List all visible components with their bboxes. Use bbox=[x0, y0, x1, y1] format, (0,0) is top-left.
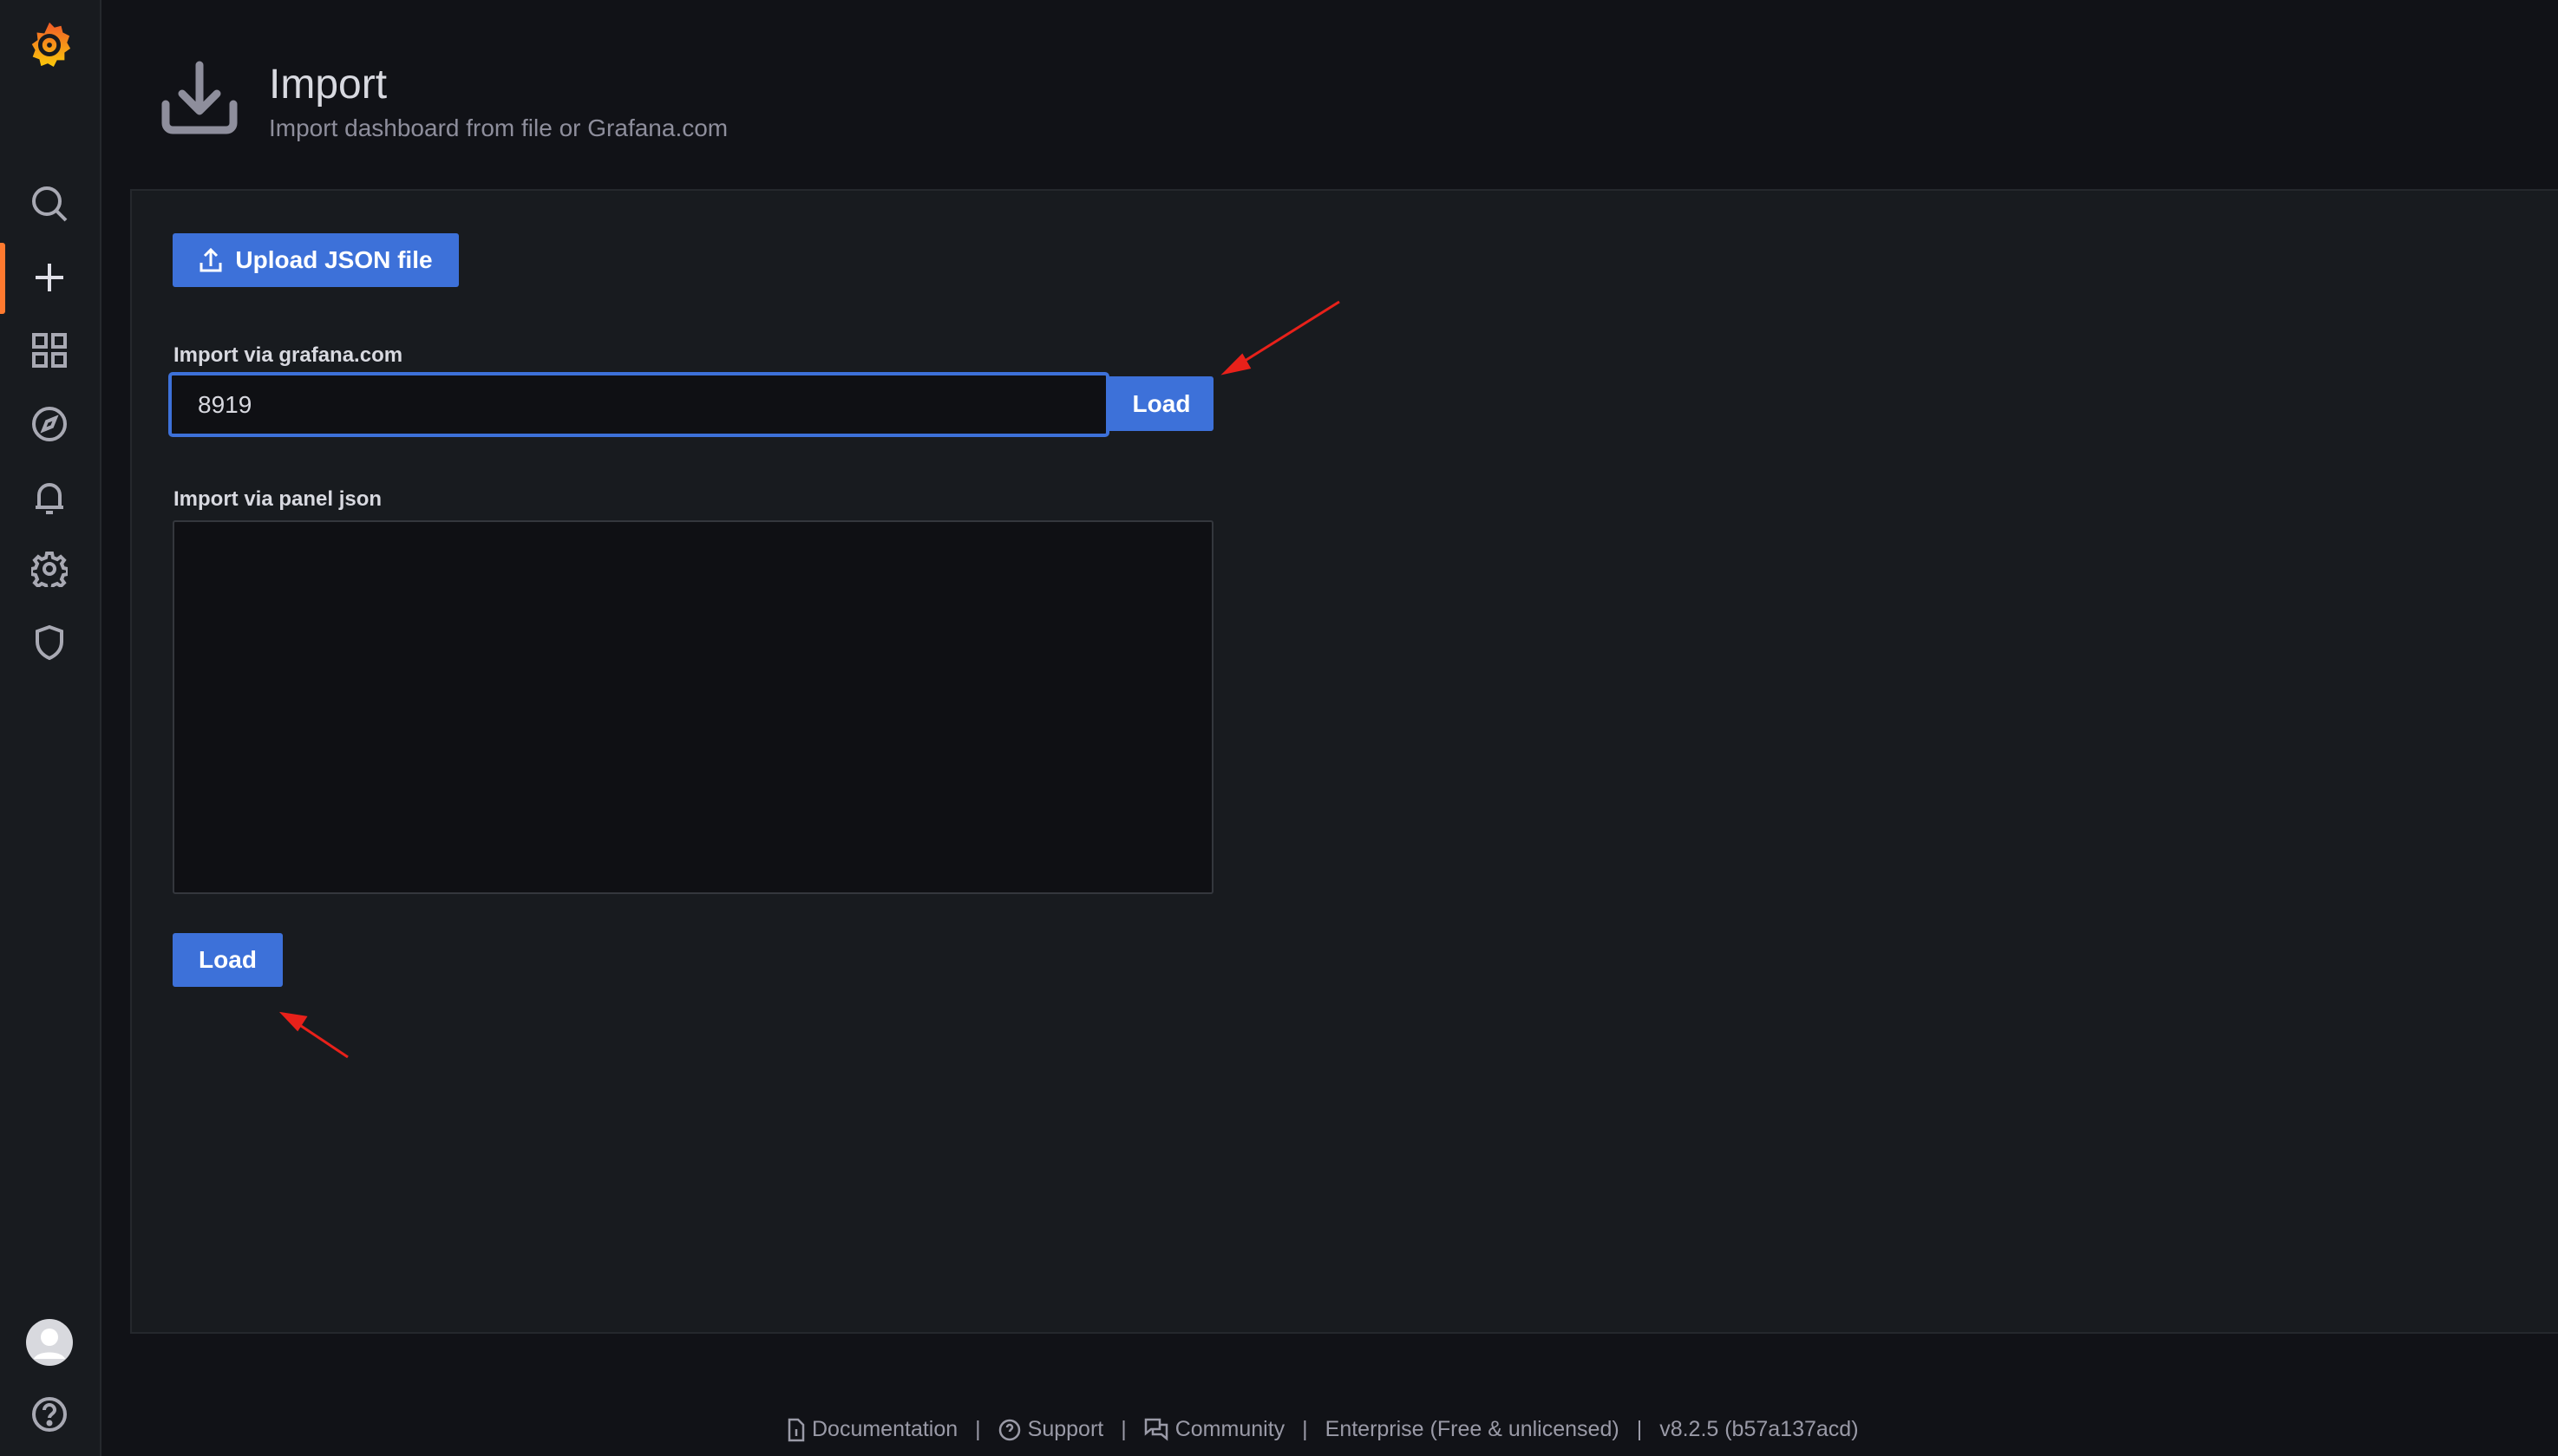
footer: Documentation | Support | Community | En… bbox=[788, 1417, 1859, 1442]
footer-label: Community bbox=[1174, 1417, 1286, 1441]
footer-support-link[interactable]: Support bbox=[998, 1417, 1104, 1442]
comments-icon bbox=[1144, 1418, 1168, 1441]
divider: | bbox=[1121, 1417, 1127, 1441]
document-icon bbox=[788, 1418, 805, 1441]
footer-edition: Enterprise (Free & unlicensed) bbox=[1325, 1417, 1619, 1441]
annotation-arrows bbox=[278, 300, 1340, 1059]
footer-label: Support bbox=[1027, 1417, 1104, 1441]
annotation-arrow bbox=[1220, 300, 1340, 375]
footer-label: Documentation bbox=[812, 1417, 958, 1441]
annotation-arrow bbox=[278, 1011, 349, 1059]
divider: | bbox=[1302, 1417, 1308, 1441]
divider: | bbox=[975, 1417, 981, 1441]
divider: | bbox=[1636, 1417, 1643, 1441]
footer-version: v8.2.5 (b57a137acd) bbox=[1659, 1417, 1859, 1441]
footer-community-link[interactable]: Community bbox=[1144, 1417, 1285, 1442]
footer-documentation-link[interactable]: Documentation bbox=[788, 1417, 958, 1442]
question-circle-icon bbox=[998, 1419, 1020, 1440]
